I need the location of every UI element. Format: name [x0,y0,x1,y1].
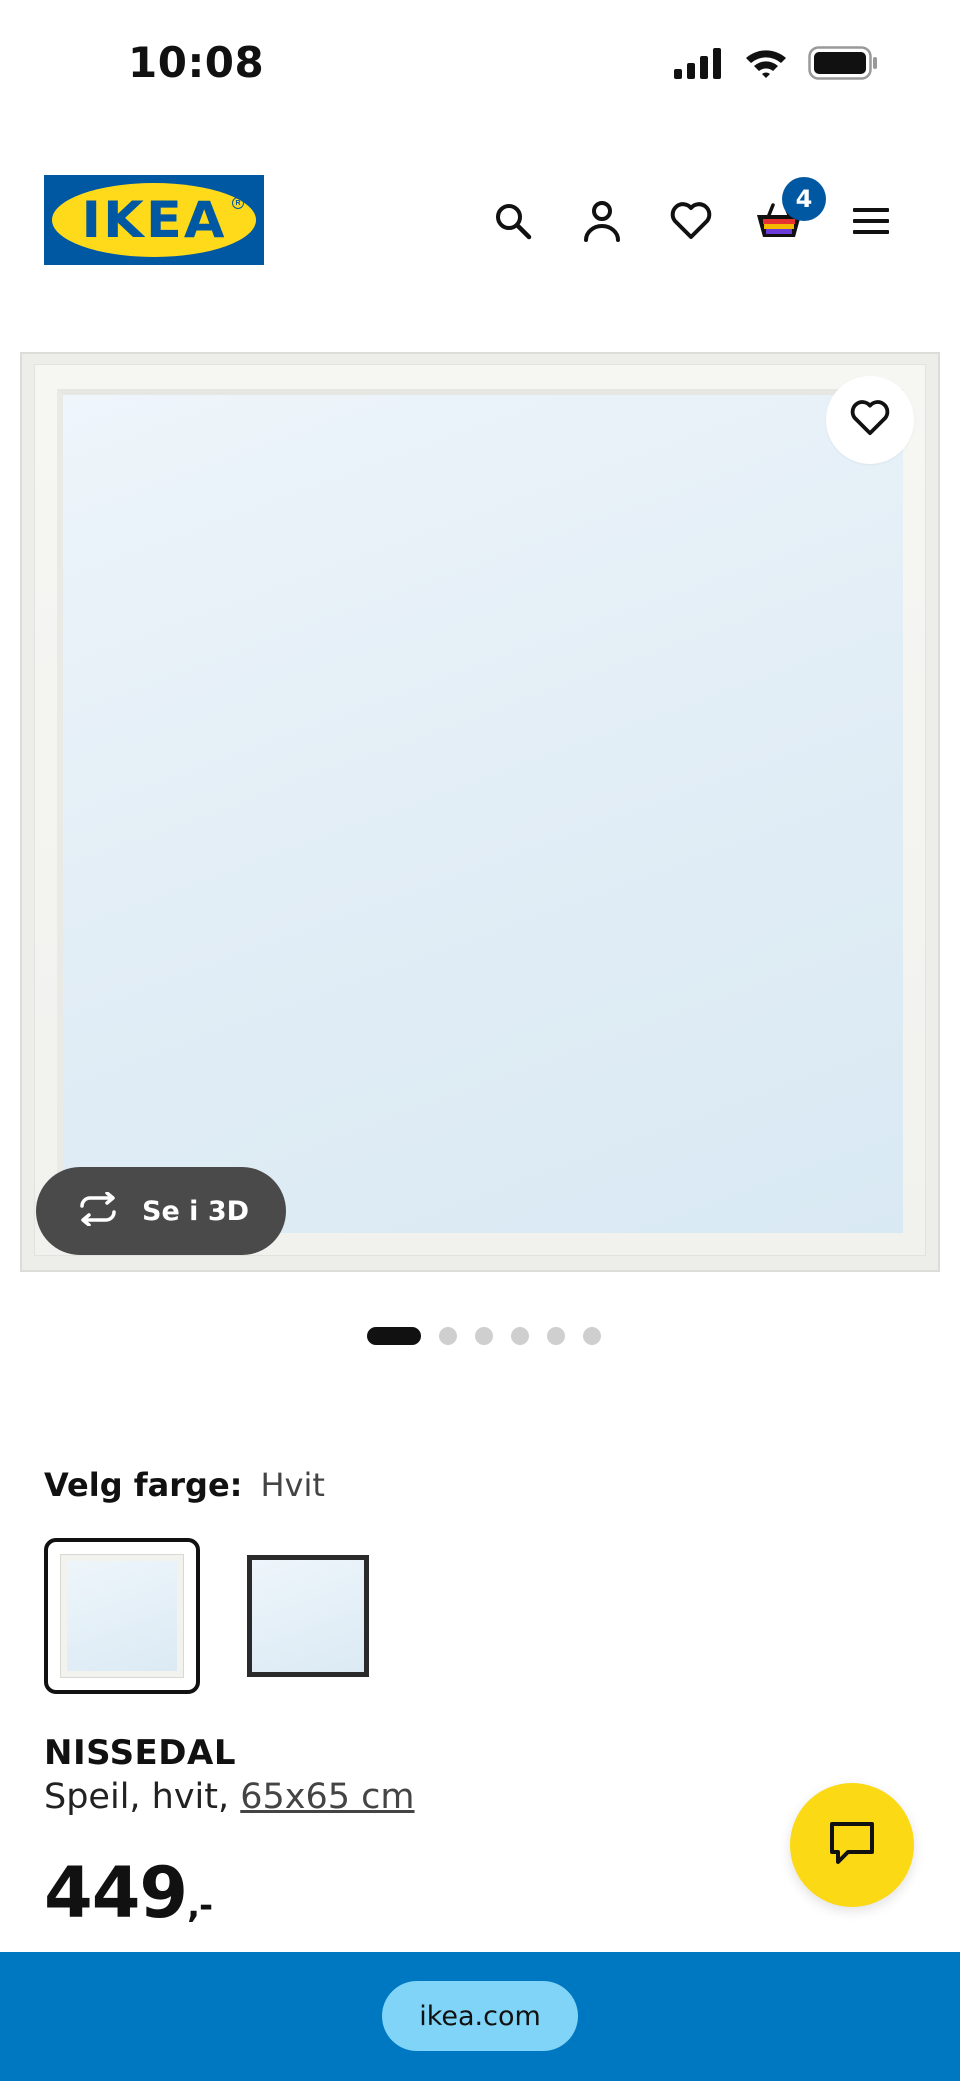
product-size-link[interactable]: 65x65 cm [240,1777,414,1817]
carousel-dot-3[interactable] [475,1327,493,1345]
carousel-dots [0,1327,960,1345]
price-value: 449 [44,1852,188,1934]
carousel-dot-5[interactable] [547,1327,565,1345]
carousel-dot-4[interactable] [511,1327,529,1345]
carousel-dot-1[interactable] [367,1327,421,1345]
status-icons [674,46,878,85]
price-suffix: ,- [187,1886,213,1926]
status-bar: 10:08 [0,0,960,130]
swatch-white-image [61,1555,183,1677]
color-label: Velg farge: [44,1466,243,1504]
rotate-3d-icon [74,1190,122,1231]
wishlist-heart-icon[interactable] [666,196,716,246]
heart-icon [849,399,891,442]
view-3d-button[interactable]: Se i 3D [36,1167,286,1255]
color-swatch-white[interactable] [44,1538,200,1694]
menu-icon[interactable] [846,196,896,246]
color-value: Hvit [260,1466,325,1504]
color-swatches [44,1538,386,1694]
browser-url-pill[interactable]: ikea.com [382,1981,578,2051]
color-selector-label-row: Velg farge: Hvit [44,1466,325,1504]
product-description-text: Speil, hvit, [44,1777,241,1817]
mirror-frame-outer [20,352,940,1272]
mirror-frame [34,364,926,1256]
product-name: NISSEDAL [44,1733,236,1773]
account-icon[interactable] [577,196,627,246]
product-image[interactable] [20,352,940,1272]
swatch-black-image [247,1555,369,1677]
color-swatch-black[interactable] [230,1538,386,1694]
chat-button[interactable] [790,1783,914,1907]
logo-oval: IKEA R [52,183,256,257]
registered-mark: R [232,197,244,209]
mirror-glass [57,389,903,1233]
status-time: 10:08 [128,38,265,87]
cart-count-badge: 4 [782,177,826,221]
carousel-dot-2[interactable] [439,1327,457,1345]
product-price: 449,- [44,1852,213,1934]
view-3d-label: Se i 3D [142,1195,250,1227]
wifi-icon [744,47,788,84]
logo-text: IKEA [81,191,227,249]
battery-icon [808,46,878,85]
image-favorite-button[interactable] [826,376,914,464]
signal-icon [674,47,724,84]
product-description: Speil, hvit, 65x65 cm [44,1777,415,1817]
chat-bubble-icon [828,1820,876,1871]
carousel-dot-6[interactable] [583,1327,601,1345]
ikea-logo[interactable]: IKEA R [44,175,264,265]
search-icon[interactable] [488,196,538,246]
